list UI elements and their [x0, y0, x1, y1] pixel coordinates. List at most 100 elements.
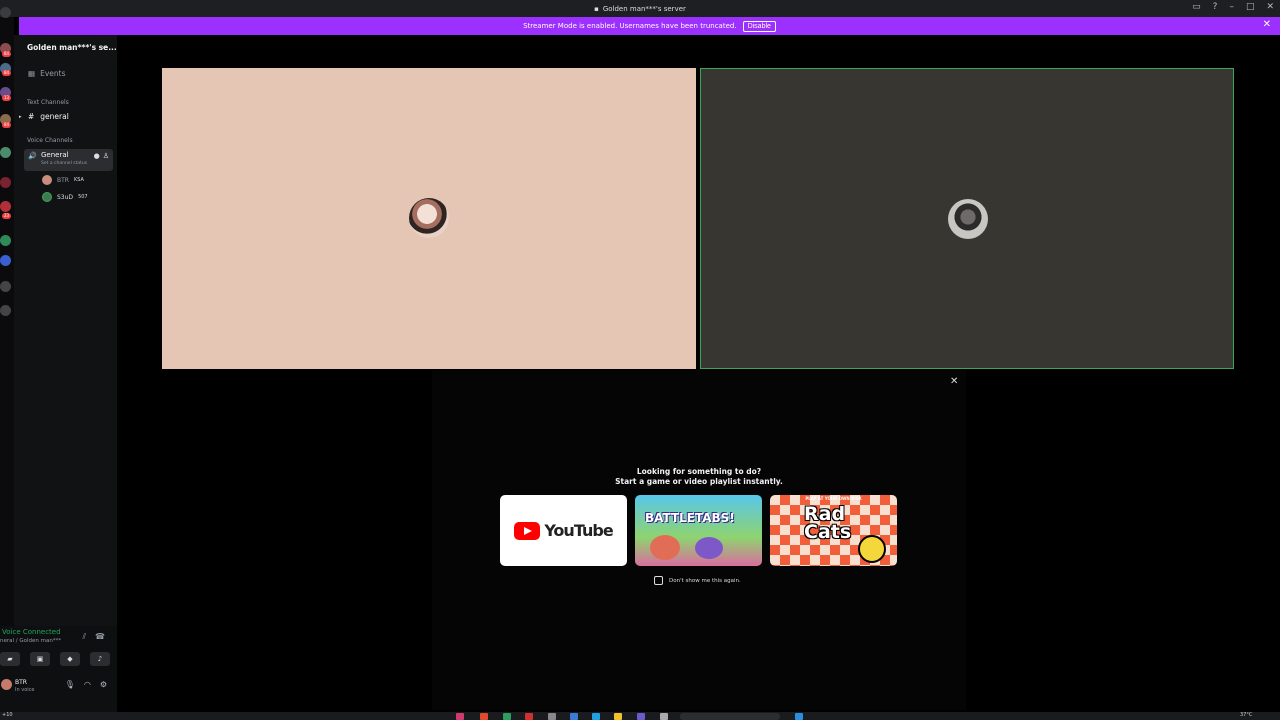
home-icon[interactable]: [0, 7, 11, 18]
server-icon[interactable]: [0, 235, 11, 246]
gear-icon[interactable]: ⚙: [100, 680, 107, 689]
hash-icon: #: [28, 112, 35, 121]
activity-shelf: ✕ Looking for something to do? Start a g…: [432, 370, 966, 710]
close-icon[interactable]: ✕: [950, 376, 958, 387]
windows-start-icon[interactable]: [795, 713, 803, 720]
voice-channel-status[interactable]: Set a channel status: [41, 161, 87, 166]
app-icon[interactable]: [570, 713, 578, 720]
chat-icon[interactable]: ●: [94, 152, 100, 160]
activities-button[interactable]: ◆: [60, 652, 80, 666]
disable-streamer-button[interactable]: Disable: [742, 20, 776, 32]
close-window-icon[interactable]: ✕: [1266, 2, 1274, 12]
dont-show-checkbox-row[interactable]: Don't show me this again.: [654, 576, 741, 585]
microphone-icon[interactable]: 🎙: [65, 680, 75, 689]
voice-action-buttons: ▰ ▣ ◆ ♪: [0, 652, 110, 666]
dont-show-checkbox[interactable]: [654, 576, 663, 585]
title-bar: ▪ Golden man***'s server ▭ ? – □ ✕: [0, 0, 1280, 17]
chevron-down-icon[interactable]: ⌄: [101, 42, 107, 50]
help-icon[interactable]: ?: [1213, 2, 1218, 12]
headphones-icon[interactable]: ◠: [84, 680, 91, 689]
channel-general[interactable]: # general: [28, 112, 69, 121]
close-icon[interactable]: ✕: [1263, 19, 1271, 30]
channel-sidebar: Golden man***'s se... ⌄ ▦ Events Text Ch…: [14, 35, 117, 712]
activity-card-label: BATTLETABS!: [645, 511, 735, 525]
window-controls: ▭ ? – □ ✕: [1192, 2, 1274, 12]
text-channels-category[interactable]: Text Channels: [27, 99, 69, 106]
weather-text: 37°C: [1240, 712, 1253, 718]
voice-channel-actions: ● ♙: [94, 152, 109, 160]
minimize-icon[interactable]: –: [1229, 2, 1234, 12]
character-icon: [650, 535, 680, 560]
voice-connected-label[interactable]: Voice Connected: [2, 628, 61, 636]
channel-name: general: [40, 112, 69, 121]
events-label: Events: [40, 69, 66, 78]
participant-tile[interactable]: [162, 68, 696, 369]
window-title-text: Golden man***'s server: [602, 4, 686, 13]
voice-user-name: BTR: [57, 176, 69, 184]
activity-subtitle: Start a game or video playlist instantly…: [615, 477, 783, 486]
server-icon[interactable]: [0, 255, 11, 266]
server-list: 84 84 13 84 23: [0, 7, 14, 712]
user-name: BTR: [15, 679, 27, 686]
screen-share-button[interactable]: ▣: [30, 652, 50, 666]
activity-card-label: Rad Cats: [804, 503, 852, 543]
voice-user-name: S3uD: [57, 193, 74, 201]
mention-badge: 13: [2, 95, 11, 101]
soundboard-icon: ♪: [97, 655, 103, 663]
calendar-icon: ▦: [28, 69, 36, 78]
server-icon[interactable]: [0, 147, 11, 158]
browser-icon[interactable]: [480, 713, 488, 720]
activity-card-youtube[interactable]: YouTube: [500, 495, 627, 566]
camera-icon: ▰: [7, 655, 13, 663]
explore-icon[interactable]: [0, 305, 11, 316]
voice-panel-actions: ⫽ ☎: [82, 632, 105, 642]
app-icon[interactable]: [525, 713, 533, 720]
noise-suppression-icon[interactable]: ⫽: [82, 632, 86, 642]
settings-icon[interactable]: [548, 713, 556, 720]
avatar: [948, 199, 988, 239]
voice-channels-category[interactable]: Voice Channels: [27, 137, 73, 144]
activity-card-tagline: PLAY AT YOUR OWN RISK: [805, 496, 862, 501]
activity-card-label: YouTube: [544, 521, 613, 540]
window-title: ▪ Golden man***'s server: [594, 5, 686, 13]
voice-channel-general[interactable]: 🔊 General Set a channel status ● ♙: [24, 149, 113, 171]
avatar: [42, 192, 52, 202]
participant-tile-speaking[interactable]: [700, 68, 1234, 369]
server-icon[interactable]: [0, 201, 11, 212]
user-status: In voice: [15, 687, 35, 693]
activity-card-rad-cats[interactable]: PLAY AT YOUR OWN RISK Rad Cats: [770, 495, 897, 566]
screen-share-icon: ▣: [36, 655, 44, 663]
user-controls: 🎙 ◠ ⚙: [65, 680, 107, 689]
server-icon[interactable]: [0, 177, 11, 188]
maximize-icon[interactable]: □: [1246, 2, 1255, 12]
avatar: [42, 175, 52, 185]
events-item[interactable]: ▦ Events: [28, 69, 66, 78]
streamer-mode-banner: Streamer Mode is enabled. Usernames have…: [19, 17, 1280, 35]
inbox-icon[interactable]: ▭: [1192, 2, 1201, 12]
add-server-icon[interactable]: [0, 281, 11, 292]
activity-card-battletabs[interactable]: BATTLETABS!: [635, 495, 762, 566]
search-box[interactable]: [680, 713, 780, 720]
voice-location[interactable]: neral / Golden man***: [0, 638, 61, 644]
discord-icon: ▪: [594, 4, 599, 13]
streamer-mode-text: Streamer Mode is enabled. Usernames have…: [523, 22, 737, 30]
invite-icon[interactable]: ♙: [103, 152, 109, 160]
app-icon[interactable]: [660, 713, 668, 720]
voice-user-tag: 507: [78, 194, 88, 200]
mention-badge: 84: [2, 122, 11, 128]
camera-button[interactable]: ▰: [0, 652, 20, 666]
mention-badge: 84: [2, 51, 11, 57]
gamepad-icon: ◆: [67, 655, 73, 663]
voice-user[interactable]: S3uD 507: [42, 192, 88, 202]
voice-user[interactable]: BTR KSA: [42, 175, 84, 185]
soundboard-button[interactable]: ♪: [90, 652, 110, 666]
avatar[interactable]: [1, 679, 12, 690]
app-icon[interactable]: [456, 713, 464, 720]
app-icon[interactable]: [637, 713, 645, 720]
disconnect-icon[interactable]: ☎: [95, 632, 105, 642]
app-icon[interactable]: [503, 713, 511, 720]
speaker-icon: 🔊: [28, 152, 37, 160]
folder-icon[interactable]: [614, 713, 622, 720]
voice-panel: Voice Connected neral / Golden man*** ⫽ …: [0, 626, 117, 712]
edge-icon[interactable]: [592, 713, 600, 720]
